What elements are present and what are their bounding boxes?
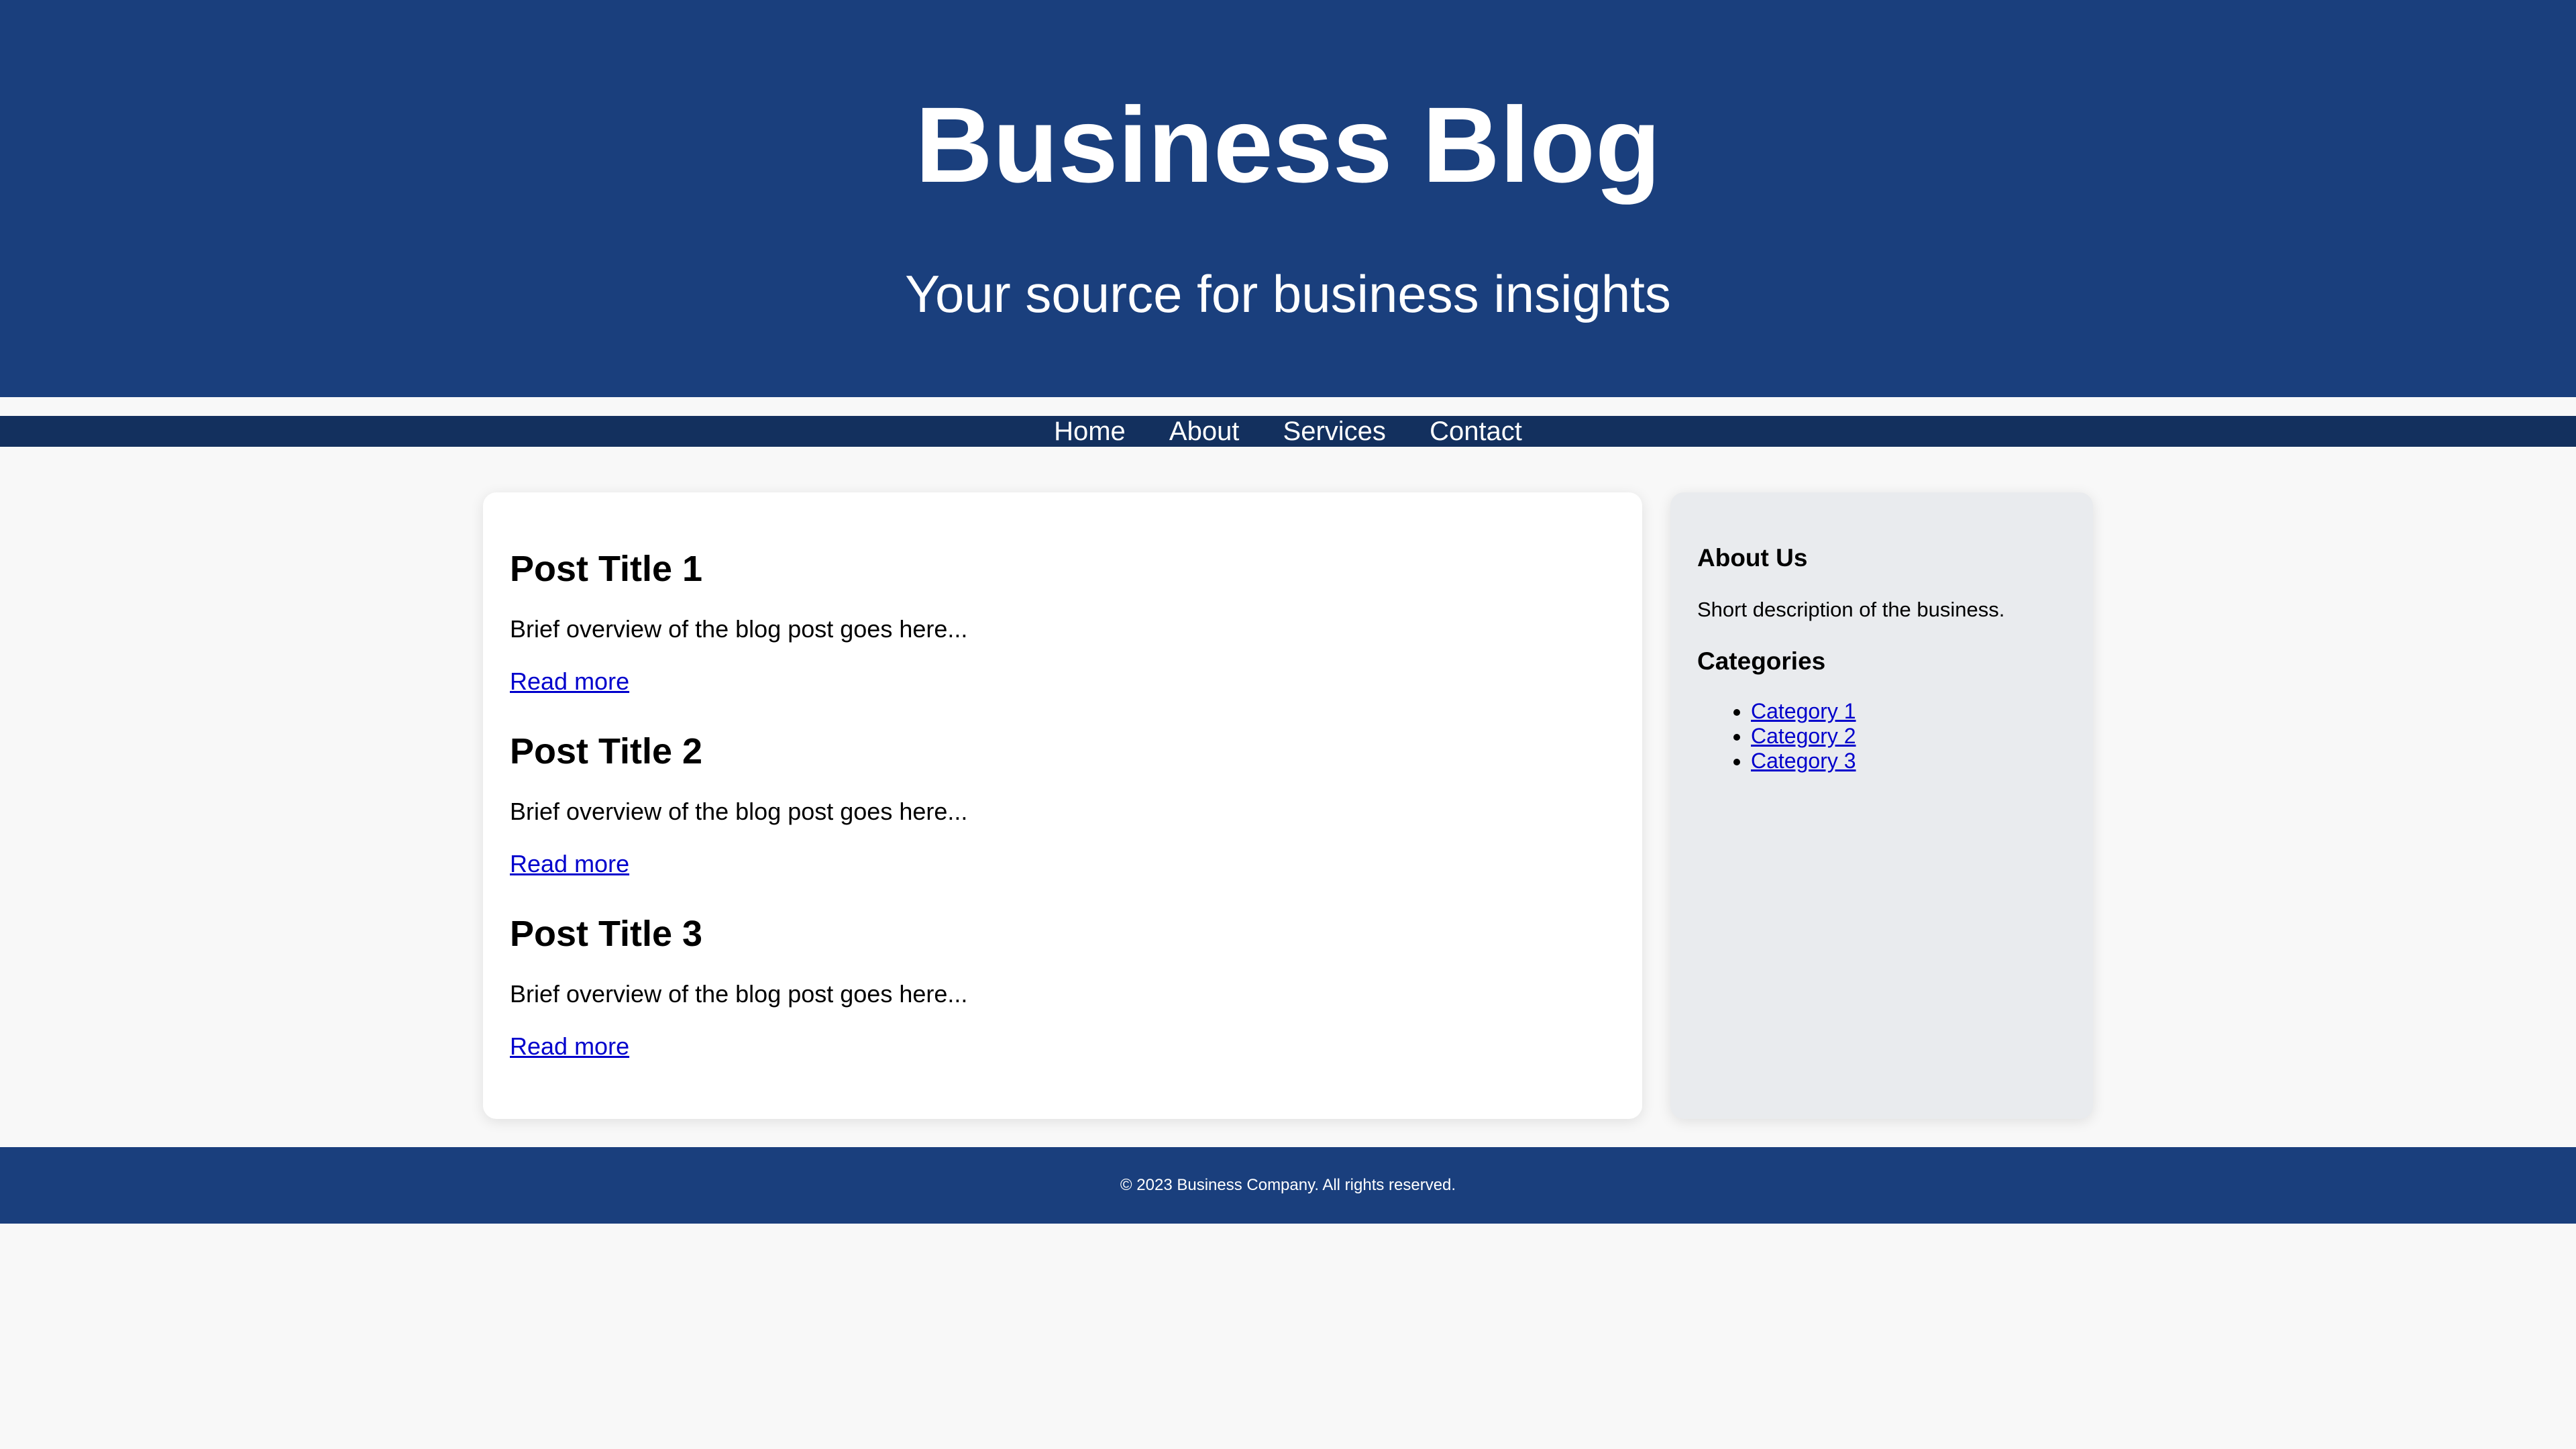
categories-heading: Categories [1697, 647, 1826, 675]
site-header: Business Blog Your source for business i… [0, 0, 2576, 397]
post-excerpt: Brief overview of the blog post goes her… [510, 798, 968, 825]
post-title: Post Title 2 [510, 731, 703, 771]
category-list: Category 1 Category 2 Category 3 [1697, 699, 1856, 773]
copyright-text: © 2023 Business Company. All rights rese… [1120, 1176, 1456, 1194]
post-excerpt: Brief overview of the blog post goes her… [510, 615, 968, 643]
post-2: Post Title 2 Brief overview of the blog … [510, 730, 967, 877]
main-nav: Home About Services Contact [0, 416, 2576, 447]
category-item: Category 3 [1751, 749, 1856, 773]
nav-link-about[interactable]: About [1169, 416, 1240, 447]
category-item: Category 2 [1751, 724, 1856, 749]
site-footer: © 2023 Business Company. All rights rese… [0, 1147, 2576, 1224]
posts-card: Post Title 1 Brief overview of the blog … [483, 492, 1642, 1119]
about-heading: About Us [1697, 544, 1808, 572]
post-title: Post Title 1 [510, 549, 703, 589]
nav-link-home[interactable]: Home [1054, 416, 1126, 447]
nav-link-contact[interactable]: Contact [1430, 416, 1522, 447]
about-text: Short description of the business. [1697, 598, 2005, 621]
read-more-link[interactable]: Read more [510, 849, 629, 879]
category-link-2[interactable]: Category 2 [1751, 724, 1856, 748]
sidebar: About Us Short description of the busine… [1670, 492, 2093, 1119]
nav-link-services[interactable]: Services [1283, 416, 1386, 447]
category-link-1[interactable]: Category 1 [1751, 699, 1856, 723]
read-more-link[interactable]: Read more [510, 1032, 629, 1061]
post-excerpt: Brief overview of the blog post goes her… [510, 980, 968, 1008]
category-item: Category 1 [1751, 699, 1856, 724]
site-tagline: Your source for business insights [905, 264, 1671, 323]
site-title: Business Blog [915, 85, 1661, 205]
post-3: Post Title 3 Brief overview of the blog … [510, 912, 967, 1060]
read-more-link[interactable]: Read more [510, 667, 629, 696]
category-link-3[interactable]: Category 3 [1751, 749, 1856, 773]
post-title: Post Title 3 [510, 914, 703, 954]
post-1: Post Title 1 Brief overview of the blog … [510, 547, 967, 695]
